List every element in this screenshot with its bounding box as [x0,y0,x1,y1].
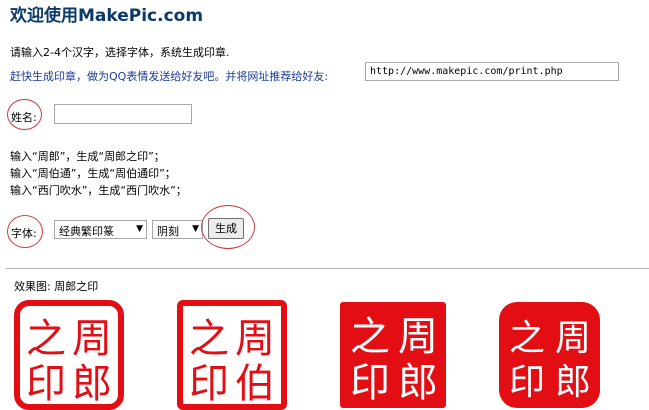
seal-char: 印 [350,360,390,406]
dropdown-arrow-icon: ▼ [136,224,143,234]
font-label: 字体: [11,227,37,240]
seal-char: 周 [72,316,112,362]
seal-char: 郎 [398,360,438,406]
seal-char: 周 [235,316,275,362]
seal-char: 之 [189,316,229,362]
seal-char: 郎 [555,362,591,403]
example-line-2: 输入“周伯通”，生成“周伯通印”； [10,167,176,180]
seal-image-3: 周 郎 之 印 [340,302,446,408]
name-label: 姓名: [11,111,37,124]
page-title: 欢迎使用MakePic.com [10,6,204,26]
seal-char: 周 [398,314,438,360]
generate-button[interactable]: 生成 [208,218,244,239]
seal-char: 郎 [72,361,112,407]
font-select-value: 经典繁印篆 [59,225,114,238]
example-line-3: 输入“西门吹水”，生成“西门吹水”； [10,184,187,197]
seal-char: 印 [509,362,545,403]
style-select[interactable]: 阴刻 ▼ [152,220,203,239]
seal-image-2: 周 伯 之 印 [177,300,287,410]
share-url-input[interactable] [365,62,619,81]
seal-char: 伯 [235,361,275,407]
seal-char: 之 [350,314,390,360]
seal-image-1: 周 郎 之 印 [14,300,124,410]
name-input[interactable] [54,104,192,124]
example-line-1: 输入“周郎”，生成“周郎之印”； [10,150,165,163]
style-select-value: 阴刻 [157,225,179,238]
seal-char: 印 [26,361,66,407]
seal-char: 周 [555,318,591,359]
instruction-text: 请输入2-4个汉字，选择字体，系统生成印章. [10,46,230,59]
seal-char: 印 [189,361,229,407]
font-select[interactable]: 经典繁印篆 ▼ [54,220,147,239]
divider [6,268,649,269]
share-text: 赶快生成印章，做为QQ表情发送给好友吧。并将网址推荐给好友: [10,70,329,83]
seal-char: 之 [509,318,545,359]
seal-image-4: 周 郎 之 印 [499,302,600,408]
dropdown-arrow-icon: ▼ [192,224,199,234]
seal-char: 之 [26,316,66,362]
result-label: 效果图: 周郎之印 [14,280,99,293]
